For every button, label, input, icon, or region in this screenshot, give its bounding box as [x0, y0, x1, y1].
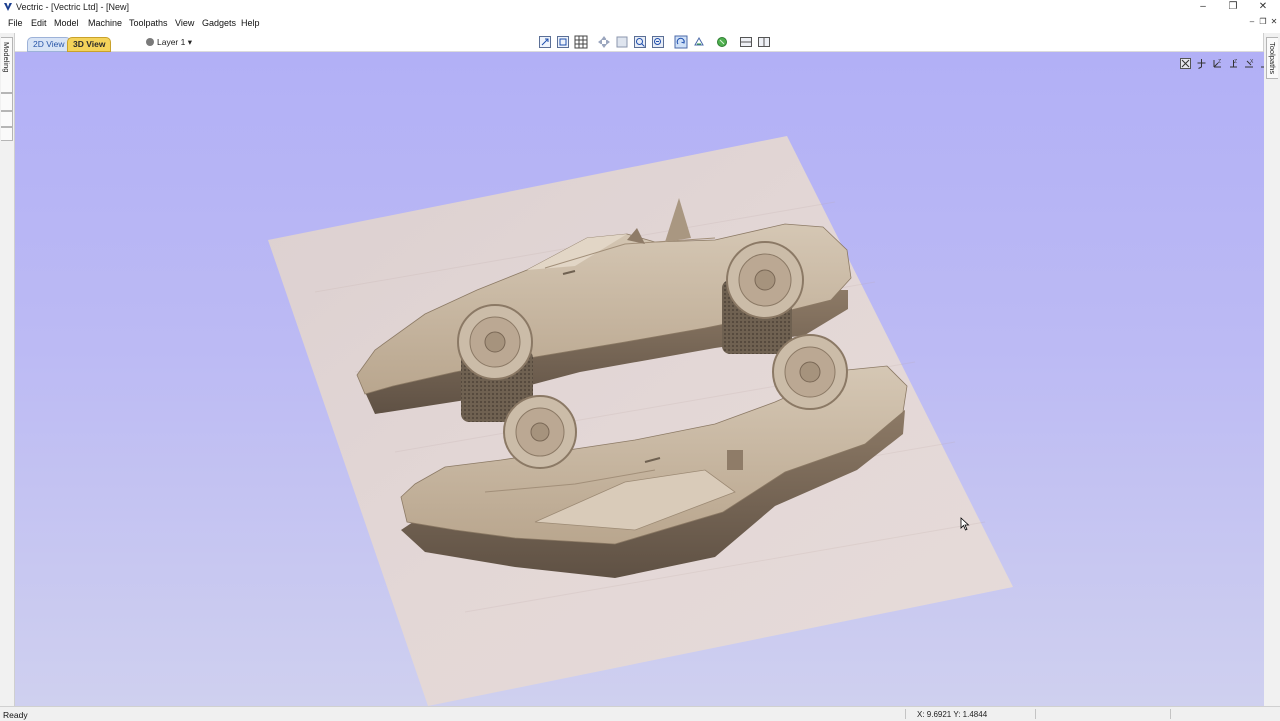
menu-file[interactable]: File: [8, 18, 23, 28]
menu-gadgets[interactable]: Gadgets: [202, 18, 236, 28]
mouse-cursor-icon: [960, 517, 970, 531]
chevron-down-icon: ▾: [187, 37, 193, 47]
fit-view-icon[interactable]: [556, 35, 570, 49]
side-tab-modeling[interactable]: Modeling: [1, 37, 13, 93]
doc-restore-icon[interactable]: ❐: [1258, 16, 1268, 28]
doc-minimize-icon[interactable]: –: [1247, 16, 1257, 28]
side-tab-empty[interactable]: [1, 93, 13, 111]
restore-icon[interactable]: ❐: [1218, 0, 1248, 15]
status-divider: [905, 709, 906, 719]
side-tab-empty[interactable]: [1, 127, 13, 141]
status-divider: [1035, 709, 1036, 719]
window-title: Vectric - [Vectric Ltd] - [New]: [16, 2, 130, 12]
zoom-extents-icon[interactable]: [538, 35, 552, 49]
menu-view[interactable]: View: [175, 18, 194, 28]
menu-help[interactable]: Help: [241, 18, 260, 28]
split-viewport-icon[interactable]: [757, 35, 771, 49]
front-view-icon[interactable]: Z: [1212, 58, 1223, 69]
menu-edit[interactable]: Edit: [31, 18, 47, 28]
status-bar: Ready X: 9.6921 Y: 1.4844: [0, 706, 1280, 721]
single-viewport-icon[interactable]: [739, 35, 753, 49]
right-view-icon[interactable]: Y: [1260, 58, 1264, 69]
top-view-icon[interactable]: [1196, 58, 1207, 69]
3d-viewport[interactable]: Z Z X Y: [15, 52, 1264, 706]
tab-3d-view[interactable]: 3D View: [67, 37, 112, 52]
left-panel: Modeling: [0, 33, 15, 706]
close-icon[interactable]: ✕: [1248, 0, 1278, 15]
menu-bar: File Edit Model Machine Toolpaths View G…: [0, 16, 1280, 31]
pan-view-icon[interactable]: [692, 35, 706, 49]
svg-text:Z: Z: [1218, 59, 1221, 65]
zoom-window-icon[interactable]: [615, 35, 629, 49]
svg-text:X: X: [1250, 59, 1254, 65]
menu-toolpaths[interactable]: Toolpaths: [129, 18, 168, 28]
layer-name: Layer 1: [157, 37, 186, 47]
vectric-logo-icon: [4, 3, 12, 11]
status-text: Ready: [3, 710, 28, 720]
zoom-in-icon[interactable]: [633, 35, 647, 49]
cursor-coordinates: X: 9.6921 Y: 1.4844: [917, 710, 988, 719]
tab-2d-view[interactable]: 2D View: [27, 37, 71, 52]
back-view-icon[interactable]: Z: [1228, 58, 1239, 69]
title-bar: Vectric - [Vectric Ltd] - [New] – ❐ ✕: [0, 0, 1280, 15]
minimize-icon[interactable]: –: [1188, 0, 1218, 15]
side-tab-empty[interactable]: [1, 111, 13, 127]
layer-selector[interactable]: Layer 1 ▾: [146, 37, 192, 48]
side-tab-modeling-label: Modeling: [2, 42, 11, 73]
menu-machine[interactable]: Machine: [88, 18, 122, 28]
doc-close-icon[interactable]: ✕: [1269, 16, 1279, 28]
shaded-view-icon[interactable]: [715, 35, 729, 49]
grid-icon[interactable]: [574, 35, 588, 49]
3d-model-scene: [268, 136, 1013, 706]
status-divider: [1170, 709, 1171, 719]
iso-view-icon[interactable]: [1180, 58, 1191, 69]
side-tab-toolpaths-label: Toolpaths: [1268, 42, 1277, 75]
left-view-icon[interactable]: X: [1244, 58, 1255, 69]
layer-icon: [146, 38, 154, 46]
move-view-icon[interactable]: [597, 35, 611, 49]
rotate-view-icon[interactable]: [674, 35, 688, 49]
side-tab-toolpaths[interactable]: Toolpaths: [1266, 37, 1278, 79]
menu-model[interactable]: Model: [54, 18, 79, 28]
zoom-out-icon[interactable]: [651, 35, 665, 49]
svg-text:Z: Z: [1234, 59, 1237, 65]
right-panel: Toolpaths: [1263, 33, 1280, 706]
